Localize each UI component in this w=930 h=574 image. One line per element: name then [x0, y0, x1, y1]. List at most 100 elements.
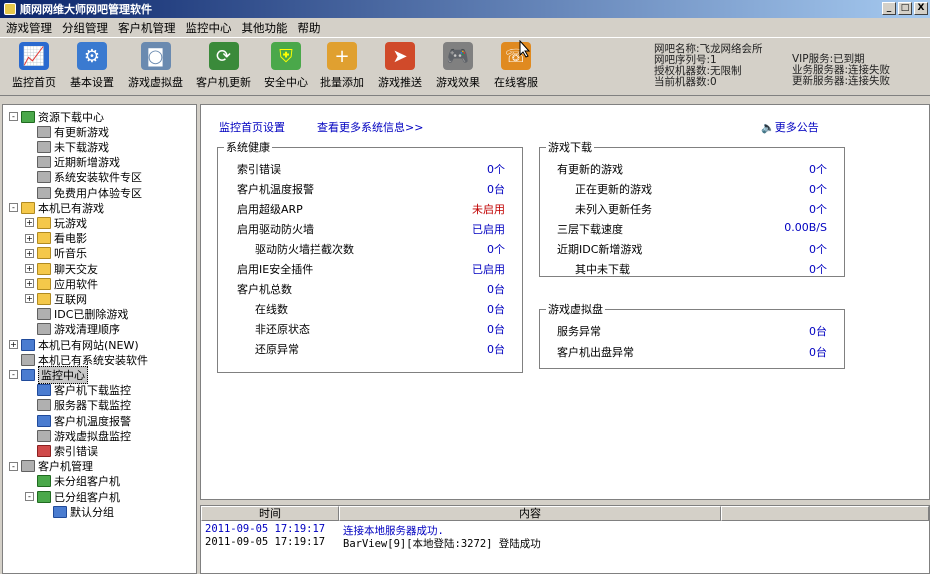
tree-item[interactable]: 客户机下载监控: [25, 383, 131, 398]
tree-item[interactable]: - 已分组客户机: [25, 489, 120, 504]
menu-group-manage[interactable]: 分组管理: [62, 20, 108, 36]
tree-item[interactable]: 系统安装软件专区: [25, 170, 142, 185]
tree-item[interactable]: 客户机温度报警: [25, 413, 131, 428]
tool-online-service[interactable]: ☏ 在线客服: [494, 42, 538, 90]
log-col-time[interactable]: 时间: [201, 506, 339, 521]
tree-node-icon: [37, 140, 51, 153]
tree-item[interactable]: 免费用户体验专区: [25, 185, 142, 200]
folder-icon: [37, 292, 51, 305]
folder-icon: [37, 262, 51, 275]
tree-item[interactable]: - 客户机管理: [9, 459, 93, 474]
stat-value[interactable]: 0台: [445, 181, 505, 197]
tree-item-label: 资源下载中心: [38, 110, 104, 124]
stat-value[interactable]: 0台: [445, 301, 505, 317]
tree-item[interactable]: 未下载游戏: [25, 139, 109, 154]
tree-item[interactable]: 近期新增游戏: [25, 155, 120, 170]
tree-node-icon: [21, 338, 35, 351]
tool-client-update[interactable]: ⟳ 客户机更新: [196, 42, 251, 90]
tool-virtual-disk[interactable]: ◙ 游戏虚拟盘: [128, 42, 183, 90]
tool-batch-add[interactable]: + 批量添加: [320, 42, 364, 90]
stat-value[interactable]: 0个: [767, 241, 827, 257]
expand-icon[interactable]: +: [25, 264, 34, 273]
maximize-button[interactable]: □: [898, 2, 912, 15]
minimize-button[interactable]: _: [882, 2, 896, 15]
tree-item[interactable]: IDC已删除游戏: [25, 307, 128, 322]
tree-item[interactable]: + 互联网: [25, 291, 87, 306]
stat-value[interactable]: 0台: [767, 323, 827, 339]
menu-game-manage[interactable]: 游戏管理: [6, 20, 52, 36]
stat-label: 近期IDC新增游戏: [557, 243, 643, 256]
stat-label: 客户机总数: [237, 283, 292, 296]
more-system-info-link[interactable]: 查看更多系统信息>>: [317, 119, 423, 135]
stat-value[interactable]: 0个: [767, 261, 827, 277]
stat-value[interactable]: 0个: [767, 201, 827, 217]
tool-game-push[interactable]: ➤ 游戏推送: [378, 42, 422, 90]
menu-other[interactable]: 其他功能: [242, 20, 288, 36]
stat-value[interactable]: 已启用: [445, 261, 505, 277]
tree-item[interactable]: + 应用软件: [25, 276, 98, 291]
expand-icon[interactable]: +: [25, 279, 34, 289]
stat-value[interactable]: 0台: [445, 281, 505, 297]
tool-monitor-home[interactable]: 📈 监控首页: [12, 42, 56, 90]
collapse-icon[interactable]: -: [9, 461, 18, 471]
stat-value[interactable]: 0台: [445, 321, 505, 337]
menu-bar: 游戏管理 分组管理 客户机管理 监控中心 其他功能 帮助: [0, 18, 930, 38]
tree-item[interactable]: - 资源下载中心: [9, 109, 104, 124]
log-col-content[interactable]: 内容: [339, 506, 721, 521]
stat-value[interactable]: 0个: [445, 241, 505, 257]
tree-item[interactable]: + 聊天交友: [25, 261, 98, 276]
announcement-link[interactable]: 🔈更多公告: [761, 119, 819, 135]
tool-security-center[interactable]: ⛨ 安全中心: [264, 42, 308, 90]
tree-item[interactable]: - 本机已有游戏: [9, 200, 104, 215]
stat-label: 启用超级ARP: [237, 203, 303, 216]
stat-label: 服务异常: [557, 325, 601, 338]
monitor-settings-link[interactable]: 监控首页设置: [219, 119, 285, 135]
tree-item[interactable]: 服务器下载监控: [25, 398, 131, 413]
expand-icon[interactable]: +: [25, 218, 34, 228]
tree-item[interactable]: 未分组客户机: [25, 474, 120, 489]
stat-label: 客户机出盘异常: [557, 346, 634, 359]
collapse-icon[interactable]: -: [9, 370, 18, 380]
close-button[interactable]: X: [914, 2, 928, 15]
tree-node-icon: [37, 171, 51, 184]
gamepad-icon: 🎮: [443, 42, 473, 70]
stat-label: 有更新的游戏: [557, 163, 623, 176]
tree-item[interactable]: 默认分组: [41, 504, 114, 519]
tree-item[interactable]: + 玩游戏: [25, 215, 87, 230]
menu-monitor-center[interactable]: 监控中心: [186, 20, 232, 36]
tree-item-label: 系统安装软件专区: [54, 171, 142, 185]
stat-value[interactable]: 0个: [767, 161, 827, 177]
stat-value[interactable]: 0个: [767, 181, 827, 197]
tree-item[interactable]: 游戏虚拟盘监控: [25, 428, 131, 443]
expand-icon[interactable]: +: [9, 340, 18, 349]
expand-icon[interactable]: +: [25, 233, 34, 243]
tool-game-effect[interactable]: 🎮 游戏效果: [436, 42, 480, 90]
service-status: VIP服务:已到期 业务服务器:连接失败 更新服务器:连接失败: [792, 53, 891, 87]
collapse-icon[interactable]: -: [9, 112, 18, 121]
stat-value[interactable]: 0台: [445, 341, 505, 357]
expand-icon[interactable]: +: [25, 294, 34, 304]
tree-item-label: 已分组客户机: [54, 490, 120, 504]
menu-client-manage[interactable]: 客户机管理: [118, 20, 176, 36]
collapse-icon[interactable]: -: [9, 203, 18, 213]
stat-value[interactable]: 未启用: [445, 201, 505, 217]
monitor-home-panel: 监控首页设置 查看更多系统信息>> 🔈更多公告 系统健康 索引错误 0个 客户机温度…: [200, 104, 930, 500]
menu-help[interactable]: 帮助: [298, 20, 321, 36]
collapse-icon[interactable]: -: [25, 492, 34, 501]
stat-value[interactable]: 已启用: [445, 221, 505, 237]
virtual-disk-title: 游戏虚拟盘: [548, 303, 603, 316]
tool-basic-settings[interactable]: ⚙ 基本设置: [70, 42, 114, 90]
tree-item[interactable]: 有更新游戏: [25, 124, 109, 139]
tree-item-label: 客户机管理: [38, 460, 93, 474]
tree-item[interactable]: + 听音乐: [25, 246, 87, 261]
stat-value[interactable]: 0台: [767, 344, 827, 360]
stat-label: 客户机温度报警: [237, 183, 314, 196]
stat-value[interactable]: 0.00B/S: [767, 221, 827, 234]
tree-item[interactable]: + 看电影: [25, 231, 87, 246]
tree-item[interactable]: 索引错误: [25, 443, 98, 458]
expand-icon[interactable]: +: [25, 248, 34, 258]
tree-item[interactable]: + 本机已有网站(NEW): [9, 337, 139, 352]
tree-item[interactable]: 游戏清理顺序: [25, 322, 120, 337]
tree-item[interactable]: - 监控中心: [9, 365, 88, 384]
stat-value[interactable]: 0个: [445, 161, 505, 177]
